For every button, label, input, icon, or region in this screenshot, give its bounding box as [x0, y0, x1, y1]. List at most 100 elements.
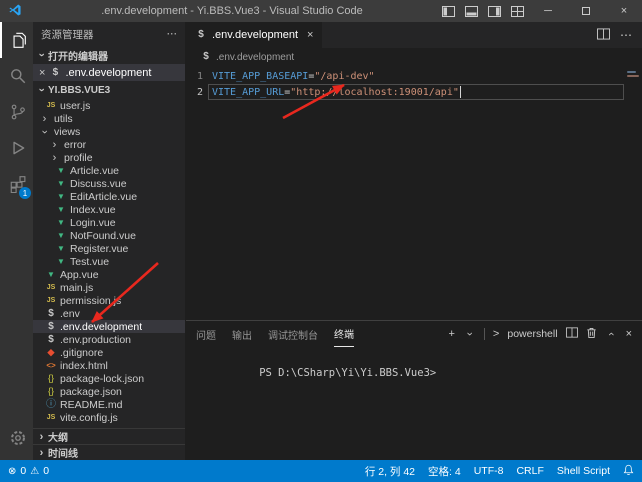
shell-file-icon: $ — [45, 309, 57, 319]
tree-item-Index.vue[interactable]: ▼Index.vue — [33, 203, 185, 216]
tree-item-utils[interactable]: ›utils — [33, 112, 185, 125]
panel-tab-调试控制台[interactable]: 调试控制台 — [268, 321, 318, 347]
tree-item-App.vue[interactable]: ▼App.vue — [33, 268, 185, 281]
vue-file-icon: ▼ — [55, 206, 67, 214]
file-name: user.js — [60, 100, 90, 112]
chevron-right-icon: › — [38, 113, 51, 125]
explorer-icon[interactable] — [0, 22, 33, 58]
close-tab-icon[interactable]: × — [307, 29, 313, 41]
toggle-panel-icon[interactable] — [465, 6, 478, 17]
run-debug-icon[interactable] — [0, 130, 33, 166]
breadcrumb[interactable]: $ .env.development — [186, 48, 642, 66]
split-editor-icon[interactable] — [597, 28, 610, 43]
file-name: App.vue — [60, 269, 99, 281]
project-root-header[interactable]: › YI.BBS.VUE3 — [33, 81, 185, 99]
tab-label: .env.development — [212, 29, 298, 41]
problems-status[interactable]: ⊗ 0 ⚠ 0 — [8, 465, 49, 477]
tree-item-index.html[interactable]: <>index.html — [33, 359, 185, 372]
file-name: Login.vue — [70, 217, 116, 229]
tab-env-development[interactable]: $ .env.development × — [186, 22, 323, 48]
more-actions-icon[interactable]: ⋯ — [167, 28, 178, 40]
tree-item-profile[interactable]: ›profile — [33, 151, 185, 164]
kill-terminal-icon[interactable] — [586, 327, 597, 342]
file-name: .env.development — [60, 321, 142, 333]
indentation[interactable]: 空格: 4 — [428, 464, 461, 479]
file-name: NotFound.vue — [70, 230, 136, 242]
env-key: VITE_APP_BASEAPI — [212, 71, 308, 82]
open-editors-header[interactable]: › 打开的编辑器 — [33, 46, 185, 64]
tree-item-Test.vue[interactable]: ▼Test.vue — [33, 255, 185, 268]
code-line-1[interactable]: 1VITE_APP_BASEAPI="/api-dev" — [186, 68, 626, 84]
breadcrumb-item[interactable]: .env.development — [216, 52, 294, 63]
more-actions-icon[interactable]: ⋯ — [620, 28, 632, 42]
tree-item-.env[interactable]: $.env — [33, 307, 185, 320]
cursor-position[interactable]: 行 2, 列 42 — [365, 464, 415, 479]
maximize-panel-icon[interactable]: › — [605, 328, 617, 341]
env-key: VITE_APP_URL — [212, 87, 284, 98]
customize-layout-icon[interactable] — [511, 6, 524, 17]
line-number: 2 — [186, 87, 212, 98]
encoding[interactable]: UTF-8 — [474, 465, 504, 477]
code-line-2[interactable]: 2VITE_APP_URL="http://localhost:19001/ap… — [186, 84, 626, 100]
toggle-secondary-sidebar-icon[interactable] — [488, 6, 501, 17]
vscode-logo-icon — [8, 3, 22, 20]
open-editor-item[interactable]: × $ .env.development — [33, 64, 185, 81]
terminal-shell-name[interactable]: powershell — [507, 328, 557, 340]
tree-item-Discuss.vue[interactable]: ▼Discuss.vue — [33, 177, 185, 190]
close-panel-icon[interactable]: × — [626, 328, 632, 340]
window-title: .env.development - Yi.BBS.Vue3 - Visual … — [22, 5, 442, 17]
minimize-button[interactable]: ─ — [534, 0, 562, 22]
tree-item-EditArticle.vue[interactable]: ▼EditArticle.vue — [33, 190, 185, 203]
tree-item-Register.vue[interactable]: ▼Register.vue — [33, 242, 185, 255]
maximize-button[interactable] — [572, 0, 600, 22]
tree-item-main.js[interactable]: JSmain.js — [33, 281, 185, 294]
tree-item-permission.js[interactable]: JSpermission.js — [33, 294, 185, 307]
toggle-primary-sidebar-icon[interactable] — [442, 6, 455, 17]
tree-item-README.md[interactable]: ⓘREADME.md — [33, 398, 185, 411]
minimap[interactable] — [626, 68, 642, 320]
tree-item-error[interactable]: ›error — [33, 138, 185, 151]
outline-section[interactable]: › 大纲 — [33, 428, 185, 444]
close-icon[interactable]: × — [39, 67, 45, 79]
tree-item-package-lock.json[interactable]: {}package-lock.json — [33, 372, 185, 385]
panel-tab-问题[interactable]: 问题 — [196, 321, 216, 347]
terminal-prompt: PS D:\CSharp\Yi\Yi.BBS.Vue3> — [259, 367, 436, 379]
eol-selector[interactable]: CRLF — [516, 465, 543, 477]
tree-item-package.json[interactable]: {}package.json — [33, 385, 185, 398]
open-editors-label: 打开的编辑器 — [48, 48, 108, 63]
file-name: .gitignore — [60, 347, 103, 359]
search-icon[interactable] — [0, 58, 33, 94]
panel-tab-输出[interactable]: 输出 — [232, 321, 252, 347]
split-terminal-icon[interactable] — [566, 327, 578, 341]
language-mode[interactable]: Shell Script — [557, 465, 610, 477]
file-name: profile — [64, 152, 93, 164]
terminal-dropdown-icon[interactable]: › — [463, 328, 475, 341]
minimap-line — [627, 71, 636, 73]
notifications-bell-icon[interactable] — [623, 464, 634, 479]
code-lines: 1VITE_APP_BASEAPI="/api-dev"2VITE_APP_UR… — [186, 68, 626, 320]
close-window-button[interactable]: × — [610, 0, 638, 22]
new-terminal-icon[interactable]: + — [448, 328, 454, 340]
tree-item-.env.production[interactable]: $.env.production — [33, 333, 185, 346]
panel-tab-终端[interactable]: 终端 — [334, 321, 354, 347]
timeline-section[interactable]: › 时间线 — [33, 444, 185, 460]
tree-item-.env.development[interactable]: $.env.development — [33, 320, 185, 333]
settings-gear-icon[interactable] — [0, 420, 33, 456]
tree-item-NotFound.vue[interactable]: ▼NotFound.vue — [33, 229, 185, 242]
tree-item-vite.config.js[interactable]: JSvite.config.js — [33, 411, 185, 424]
statusbar: ⊗ 0 ⚠ 0 行 2, 列 42 空格: 4 UTF-8 CRLF Shell… — [0, 460, 642, 482]
chevron-right-icon: › — [35, 431, 48, 443]
tree-item-user.js[interactable]: JSuser.js — [33, 99, 185, 112]
source-control-icon[interactable] — [0, 94, 33, 130]
js-file-icon: JS — [45, 102, 57, 109]
editor-area: $ .env.development × ⋯ $ .env.developmen… — [186, 22, 642, 460]
chevron-down-icon: › — [36, 84, 48, 97]
terminal[interactable]: PS D:\CSharp\Yi\Yi.BBS.Vue3> — [186, 347, 642, 460]
tree-item-.gitignore[interactable]: ◆.gitignore — [33, 346, 185, 359]
tree-item-Article.vue[interactable]: ▼Article.vue — [33, 164, 185, 177]
vue-file-icon: ▼ — [55, 245, 67, 253]
extensions-icon[interactable]: 1 — [0, 166, 33, 202]
tree-item-views[interactable]: ›views — [33, 125, 185, 138]
code-editor[interactable]: 1VITE_APP_BASEAPI="/api-dev"2VITE_APP_UR… — [186, 66, 642, 320]
tree-item-Login.vue[interactable]: ▼Login.vue — [33, 216, 185, 229]
